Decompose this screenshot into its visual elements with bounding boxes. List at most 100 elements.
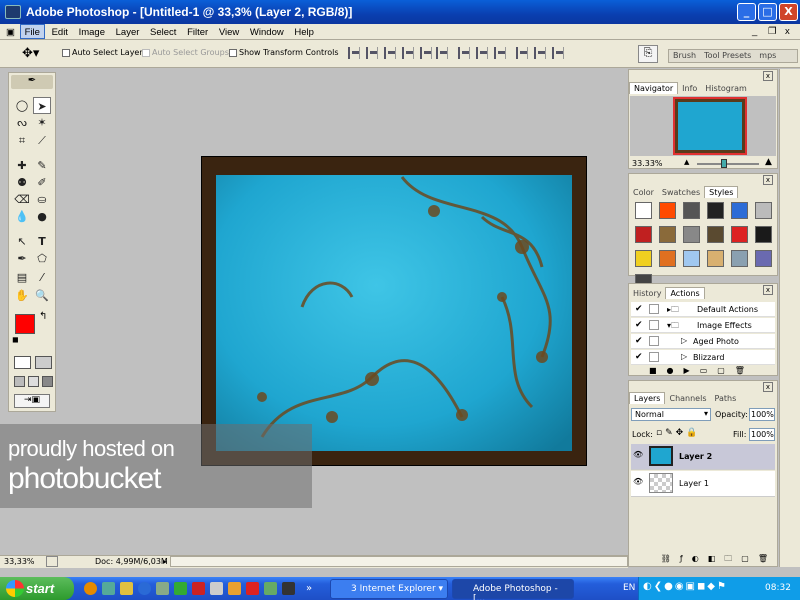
style-swatch[interactable] <box>707 202 724 219</box>
pen-tool-icon[interactable]: ✒ <box>13 250 31 267</box>
distribute-bottom-icon[interactable] <box>494 47 506 59</box>
tab-swatches[interactable]: Swatches <box>658 187 704 198</box>
tab-info[interactable]: Info <box>678 83 701 94</box>
eraser-tool-icon[interactable]: ⌫ <box>13 191 31 208</box>
doc-minimize-button[interactable]: _ <box>748 24 761 37</box>
horizontal-scrollbar[interactable] <box>170 556 628 567</box>
type-tool-icon[interactable]: T <box>33 233 51 250</box>
style-swatch[interactable] <box>731 202 748 219</box>
style-swatch[interactable] <box>659 250 676 267</box>
distribute-vcenter-icon[interactable] <box>476 47 488 59</box>
style-swatch[interactable] <box>635 226 652 243</box>
crop-tool-icon[interactable]: ⌗ <box>13 132 31 149</box>
zoom-in-icon[interactable]: ▲ <box>765 157 772 167</box>
standard-mode-icon[interactable] <box>14 356 31 369</box>
eyedropper-tool-icon[interactable]: ⁄ <box>33 269 51 286</box>
style-swatch[interactable] <box>683 226 700 243</box>
zoom-out-icon[interactable]: ▲ <box>684 158 689 166</box>
style-swatch[interactable] <box>755 202 772 219</box>
style-swatch[interactable] <box>635 250 652 267</box>
align-left-icon[interactable] <box>402 47 414 59</box>
firefox-icon[interactable] <box>84 582 97 595</box>
quicklaunch-overflow-icon[interactable]: » <box>306 583 312 594</box>
menu-select[interactable]: Select <box>146 25 180 38</box>
tab-histogram[interactable]: Histogram <box>701 83 751 94</box>
slice-tool-icon[interactable]: ⟋ <box>33 132 51 149</box>
action-dialog-toggle[interactable] <box>649 352 659 362</box>
mail-icon[interactable] <box>210 582 223 595</box>
screen-mode-standard-icon[interactable] <box>14 376 25 387</box>
screen-mode-full-menu-icon[interactable] <box>28 376 39 387</box>
app-red-icon[interactable] <box>246 582 259 595</box>
doc-close-button[interactable]: x <box>781 24 794 37</box>
navigator-zoom[interactable]: 33.33% <box>632 159 663 168</box>
align-bottom-icon[interactable] <box>384 47 396 59</box>
style-swatch[interactable] <box>707 226 724 243</box>
default-colors-icon[interactable]: ◼ <box>12 335 19 344</box>
layer-row-layer1[interactable]: 👁 Layer 1 <box>631 471 775 497</box>
healing-brush-tool-icon[interactable]: ✚ <box>13 157 31 174</box>
align-hcenter-icon[interactable] <box>420 47 432 59</box>
taskbar-item-photoshop[interactable]: Adobe Photoshop - [... <box>452 579 574 600</box>
style-swatch[interactable] <box>731 226 748 243</box>
style-swatch[interactable] <box>635 202 652 219</box>
tab-color[interactable]: Color <box>629 187 658 198</box>
distribute-left-icon[interactable] <box>516 47 528 59</box>
distribute-right-icon[interactable] <box>552 47 564 59</box>
clone-stamp-tool-icon[interactable]: ⚉ <box>13 174 31 191</box>
app-dark-icon[interactable] <box>282 582 295 595</box>
palette-well-tab-brushes[interactable]: Brush <box>669 50 700 61</box>
action-dialog-toggle[interactable] <box>649 320 659 330</box>
taskbar-item-ie[interactable]: 3 Internet Explorer ▾ <box>330 579 448 599</box>
marquee-tool-icon[interactable]: ◯ <box>13 97 31 114</box>
menu-view[interactable]: View <box>215 25 243 38</box>
actions-footer-buttons[interactable]: ■●▶▭▢🗑 <box>649 366 755 375</box>
zoom-slider-handle[interactable] <box>721 159 727 168</box>
action-row-default[interactable]: ✔ ▸🗀 Default Actions <box>631 302 775 317</box>
move-tool-icon[interactable]: ➤ <box>33 97 51 114</box>
align-right-icon[interactable] <box>436 47 448 59</box>
action-check[interactable]: ✔ <box>635 352 643 362</box>
zoom-tool-icon[interactable]: 🔍 <box>33 287 51 304</box>
actions-close-icon[interactable]: x <box>763 285 773 295</box>
history-brush-tool-icon[interactable]: ✐ <box>33 174 51 191</box>
action-dialog-toggle[interactable] <box>649 304 659 314</box>
menu-help[interactable]: Help <box>290 25 318 38</box>
minimize-button[interactable]: _ <box>737 3 756 21</box>
style-swatch[interactable] <box>683 250 700 267</box>
move-tool-preset-icon[interactable]: ✥▾ <box>22 46 39 61</box>
action-check[interactable]: ✔ <box>635 336 643 346</box>
quick-mask-mode-icon[interactable] <box>35 356 52 369</box>
messenger-icon[interactable] <box>174 582 187 595</box>
style-swatch[interactable] <box>731 250 748 267</box>
align-vcenter-icon[interactable] <box>366 47 378 59</box>
distribute-top-icon[interactable] <box>458 47 470 59</box>
status-info-icon[interactable] <box>46 556 58 567</box>
action-row-aged-photo[interactable]: ✔ ▷ Aged Photo <box>631 334 775 349</box>
eye-icon[interactable]: 👁 <box>633 477 643 486</box>
tab-navigator[interactable]: Navigator <box>629 82 679 94</box>
swap-colors-icon[interactable]: ↰ <box>39 311 47 322</box>
doc-restore-button[interactable]: ❐ <box>764 24 781 37</box>
tab-channels[interactable]: Channels <box>665 393 710 404</box>
opacity-input[interactable]: 100% <box>749 408 775 421</box>
fill-input[interactable]: 100% <box>749 428 775 441</box>
app-green-icon[interactable] <box>264 582 277 595</box>
style-swatch[interactable] <box>659 226 676 243</box>
action-check[interactable]: ✔ <box>635 304 643 314</box>
hand-tool-icon[interactable]: ✋ <box>13 287 31 304</box>
action-row-blizzard[interactable]: ✔ ▷ Blizzard <box>631 350 775 365</box>
show-transform-option[interactable]: Show Transform Controls <box>229 48 339 57</box>
foreground-color-swatch[interactable] <box>15 314 35 334</box>
lasso-tool-icon[interactable]: ᔓ <box>13 114 31 131</box>
status-menu-arrow-icon[interactable]: ▸ <box>163 557 167 566</box>
style-swatch[interactable] <box>755 250 772 267</box>
navigator-zoom-slider[interactable] <box>697 159 759 168</box>
paint-bucket-tool-icon[interactable]: ⛀ <box>33 191 51 208</box>
path-selection-tool-icon[interactable]: ↖ <box>13 233 31 250</box>
menu-image[interactable]: Image <box>75 25 109 38</box>
document-canvas[interactable] <box>201 156 587 466</box>
styles-close-icon[interactable]: x <box>763 175 773 185</box>
auto-select-layer-option[interactable]: Auto Select Layer <box>62 48 143 57</box>
layer-row-layer2[interactable]: 👁 Layer 2 <box>631 444 775 470</box>
